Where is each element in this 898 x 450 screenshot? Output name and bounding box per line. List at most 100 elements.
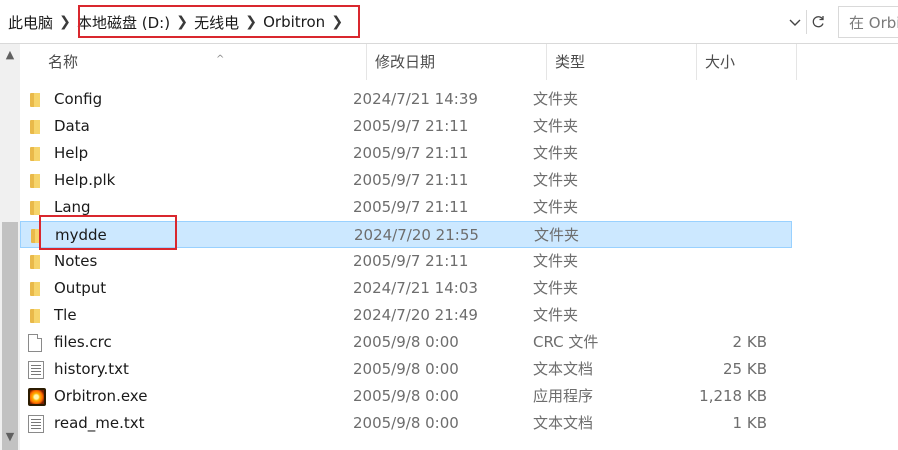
column-header-size[interactable]: 大小	[697, 44, 797, 80]
file-row[interactable]: Lang 2005/9/7 21:11 文件夹	[20, 194, 792, 221]
file-type: 文件夹	[533, 144, 579, 162]
file-name: Lang	[54, 198, 91, 216]
scroll-up-arrow-icon[interactable]: ▲	[4, 48, 16, 61]
file-type: 文件夹	[533, 198, 579, 216]
file-date: 2005/9/7 21:11	[353, 144, 469, 162]
file-size	[673, 140, 767, 167]
file-name: read_me.txt	[54, 414, 145, 432]
file-row[interactable]: read_me.txt 2005/9/8 0:00 文本文档 1 KB	[20, 410, 792, 437]
scroll-down-arrow-icon[interactable]: ▼	[4, 430, 16, 443]
column-header-type[interactable]: 类型	[547, 44, 697, 80]
file-date: 2005/9/7 21:11	[353, 171, 469, 189]
breadcrumb-radio-folder[interactable]: 无线电	[191, 12, 242, 33]
file-type: 文件夹	[533, 306, 579, 324]
file-row[interactable]: Tle 2024/7/20 21:49 文件夹	[20, 302, 792, 329]
file-name: Notes	[54, 252, 98, 270]
file-type: 文本文档	[533, 414, 594, 432]
file-type: 文件夹	[533, 252, 579, 270]
file-date: 2005/9/8 0:00	[353, 333, 459, 351]
file-name: Output	[54, 279, 107, 297]
text-file-icon	[28, 361, 46, 379]
column-header-type-label: 类型	[555, 53, 586, 71]
file-date: 2005/9/7 21:11	[353, 252, 469, 270]
breadcrumb-separator-icon[interactable]: ❯	[56, 14, 74, 30]
file-row[interactable]: Data 2005/9/7 21:11 文件夹	[20, 113, 792, 140]
folder-icon	[28, 199, 46, 217]
file-size: 2 KB	[732, 333, 767, 351]
file-date: 2005/9/7 21:11	[353, 198, 469, 216]
breadcrumb-separator-icon[interactable]: ❯	[242, 14, 260, 30]
file-date: 2005/9/7 21:11	[353, 117, 469, 135]
file-type: 文本文档	[533, 360, 594, 378]
file-name: files.crc	[54, 333, 112, 351]
file-size: 1,218 KB	[699, 387, 767, 405]
column-header-name-label: 名称	[48, 53, 79, 71]
file-size	[673, 113, 767, 140]
file-row[interactable]: history.txt 2005/9/8 0:00 文本文档 25 KB	[20, 356, 792, 383]
file-size	[673, 248, 767, 275]
folder-icon	[28, 307, 46, 325]
file-size: 25 KB	[723, 360, 767, 378]
search-input[interactable]: 在 Orbi	[838, 6, 898, 38]
column-header-date-label: 修改日期	[375, 53, 436, 71]
breadcrumb-separator-icon[interactable]: ❯	[328, 14, 346, 30]
breadcrumb-drive-d[interactable]: 本地磁盘 (D:)	[74, 12, 173, 33]
scrollbar-thumb[interactable]	[2, 222, 18, 450]
file-name: Orbitron.exe	[54, 387, 148, 405]
file-name: Help	[54, 144, 89, 162]
file-type: 文件夹	[534, 226, 580, 244]
refresh-icon[interactable]	[806, 10, 828, 34]
file-date: 2005/9/8 0:00	[353, 360, 459, 378]
file-date: 2024/7/20 21:49	[353, 306, 478, 324]
file-type: 文件夹	[533, 90, 579, 108]
file-name: mydde	[55, 226, 107, 244]
file-type: 文件夹	[533, 117, 579, 135]
file-name: Help.plk	[54, 171, 116, 189]
column-header-date[interactable]: 修改日期	[367, 44, 547, 80]
file-type: CRC 文件	[533, 333, 599, 351]
breadcrumb: 此电脑 ❯ 本地磁盘 (D:) ❯ 无线电 ❯ Orbitron ❯	[0, 0, 346, 44]
file-row[interactable]: Help.plk 2005/9/7 21:11 文件夹	[20, 167, 792, 194]
file-type: 文件夹	[533, 171, 579, 189]
folder-icon	[28, 172, 46, 190]
folder-icon	[28, 253, 46, 271]
file-size	[674, 222, 768, 249]
file-date: 2024/7/20 21:55	[354, 226, 479, 244]
file-row[interactable]: Notes 2005/9/7 21:11 文件夹	[20, 248, 792, 275]
file-date: 2024/7/21 14:39	[353, 90, 478, 108]
file-type: 文件夹	[533, 279, 579, 297]
file-size: 1 KB	[732, 414, 767, 432]
file-row[interactable]: Help 2005/9/7 21:11 文件夹	[20, 140, 792, 167]
file-size	[673, 86, 767, 113]
folder-icon	[28, 91, 46, 109]
file-size	[673, 167, 767, 194]
file-size	[673, 275, 767, 302]
column-header-size-label: 大小	[705, 53, 736, 71]
orbitron-exe-icon	[28, 388, 46, 406]
folder-icon	[28, 118, 46, 136]
file-type: 应用程序	[533, 387, 594, 405]
breadcrumb-separator-icon[interactable]: ❯	[173, 14, 191, 30]
breadcrumb-this-pc[interactable]: 此电脑	[0, 12, 56, 33]
file-name: Data	[54, 117, 90, 135]
chevron-down-icon[interactable]	[784, 12, 806, 34]
vertical-scrollbar[interactable]: ▲ ▼	[0, 44, 20, 450]
text-file-icon	[28, 415, 46, 433]
file-date: 2024/7/21 14:03	[353, 279, 478, 297]
file-name: Tle	[54, 306, 77, 324]
breadcrumb-orbitron[interactable]: Orbitron	[260, 13, 328, 31]
file-icon	[28, 334, 46, 352]
file-size	[673, 194, 767, 221]
file-row[interactable]: mydde 2024/7/20 21:55 文件夹	[20, 221, 792, 248]
file-row[interactable]: Output 2024/7/21 14:03 文件夹	[20, 275, 792, 302]
file-name: history.txt	[54, 360, 129, 378]
file-row[interactable]: Orbitron.exe 2005/9/8 0:00 应用程序 1,218 KB	[20, 383, 792, 410]
file-row[interactable]: files.crc 2005/9/8 0:00 CRC 文件 2 KB	[20, 329, 792, 356]
column-header-name[interactable]: 名称 ^	[40, 44, 367, 80]
address-bar[interactable]: 此电脑 ❯ 本地磁盘 (D:) ❯ 无线电 ❯ Orbitron ❯ 在 Orb…	[0, 0, 898, 44]
file-name: Config	[54, 90, 103, 108]
file-row[interactable]: Config 2024/7/21 14:39 文件夹	[20, 86, 792, 113]
file-date: 2005/9/8 0:00	[353, 414, 459, 432]
sort-ascending-icon: ^	[216, 54, 225, 65]
folder-icon	[28, 280, 46, 298]
